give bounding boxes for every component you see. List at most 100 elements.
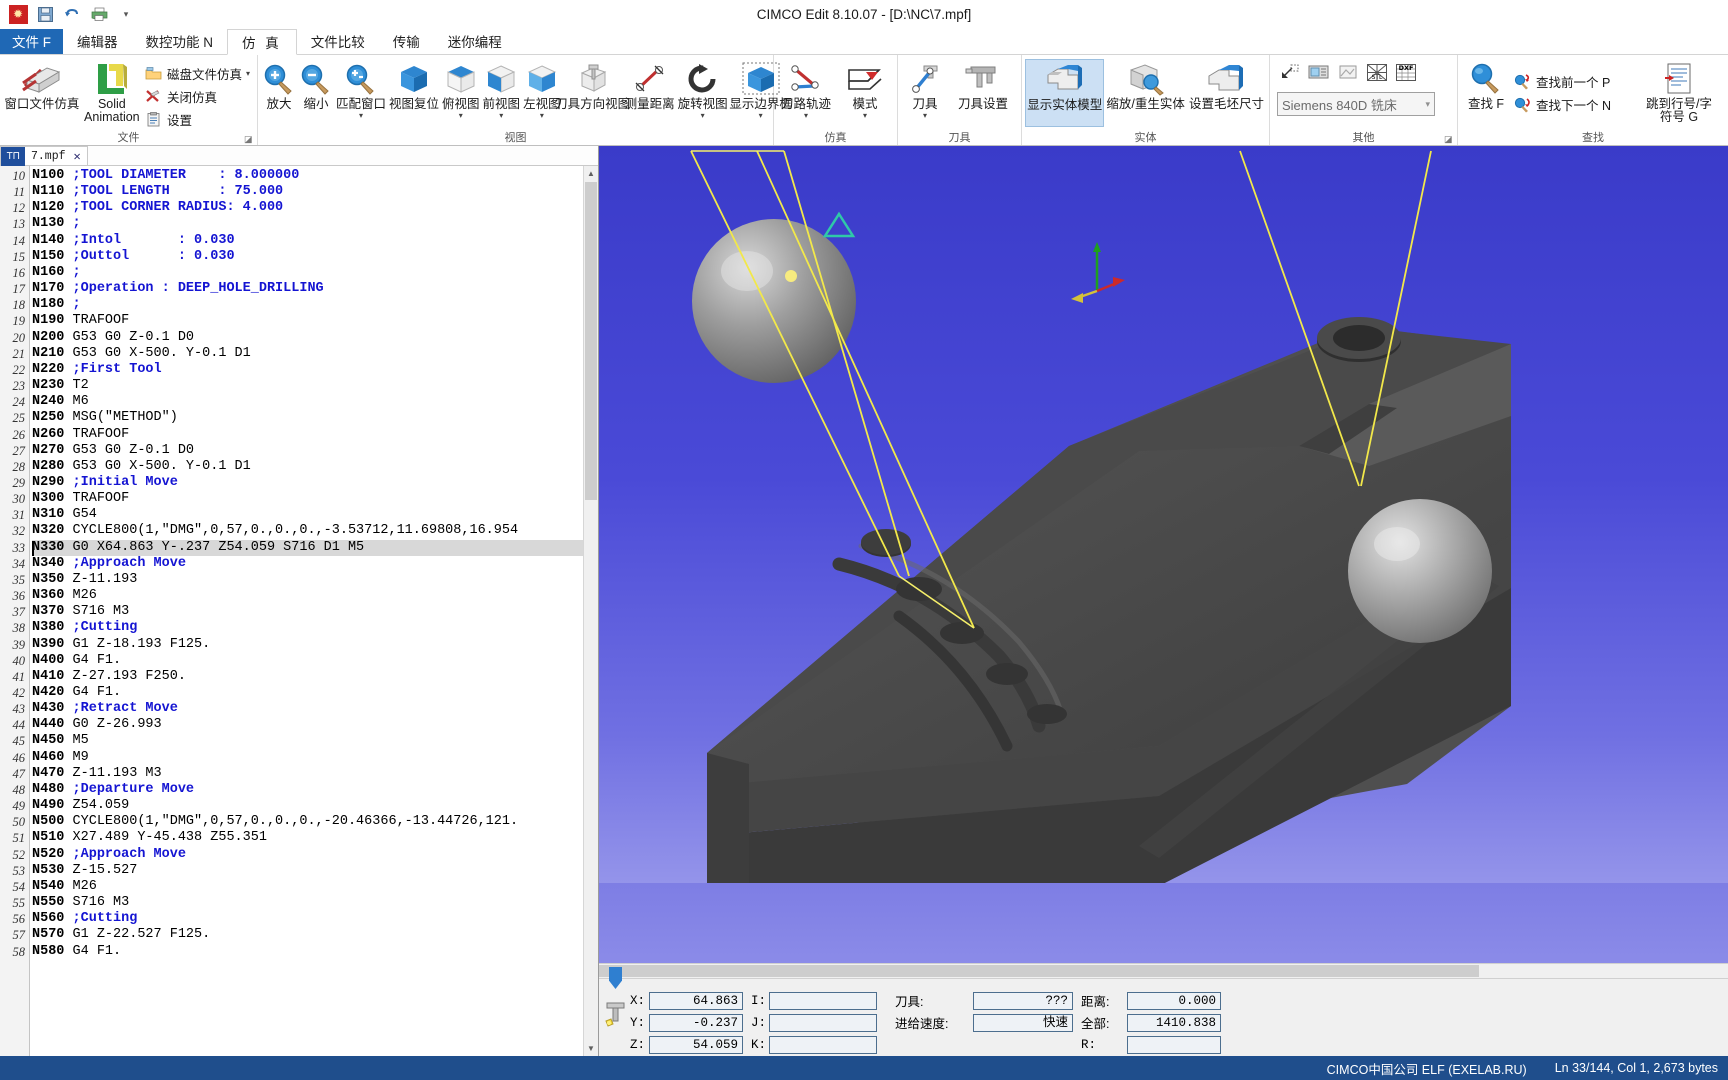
chevron-down-icon[interactable]: ▾: [701, 112, 705, 120]
code-line[interactable]: N160 ;: [32, 265, 583, 281]
z-value[interactable]: 54.059: [649, 1035, 743, 1054]
code-line[interactable]: N300 TRAFOOF: [32, 491, 583, 507]
zoom-in-button[interactable]: 放大: [261, 59, 297, 127]
tool-settings-button[interactable]: 刀具设置: [950, 59, 1016, 127]
code-line[interactable]: N210 G53 G0 X-500. Y-0.1 D1: [32, 346, 583, 362]
ribbon-tab-file-compare[interactable]: 文件比较: [297, 28, 379, 54]
chevron-down-icon[interactable]: ▾: [459, 112, 463, 120]
code-line[interactable]: N120 ;TOOL CORNER RADIUS: 4.000: [32, 200, 583, 216]
mode-button[interactable]: 模式 ▾: [836, 59, 894, 127]
machine-icon[interactable]: [1306, 60, 1332, 84]
code-line[interactable]: N170 ;Operation : DEEP_HOLE_DRILLING: [32, 281, 583, 297]
code-line[interactable]: N540 M26: [32, 879, 583, 895]
undo-icon[interactable]: [62, 4, 82, 24]
top-view-button[interactable]: 俯视图 ▾: [441, 59, 481, 127]
code-line[interactable]: N430 ;Retract Move: [32, 701, 583, 717]
i-value[interactable]: [769, 991, 877, 1010]
zoom-out-button[interactable]: 缩小: [298, 59, 334, 127]
ribbon-tab-nc-functions[interactable]: 数控功能 N: [132, 28, 228, 54]
code-line[interactable]: N190 TRAFOOF: [32, 313, 583, 329]
tool-value[interactable]: ???: [973, 991, 1073, 1010]
code-line[interactable]: N460 M9: [32, 750, 583, 766]
code-line[interactable]: N320 CYCLE800(1,"DMG",0,57,0.,0.,0.,-3.5…: [32, 523, 583, 539]
scroll-down-icon[interactable]: ▼: [584, 1041, 598, 1056]
code-line[interactable]: N290 ;Initial Move: [32, 475, 583, 491]
zoom-regen-solid-button[interactable]: 缩放/重生实体: [1105, 59, 1185, 127]
rotate-view-button[interactable]: 旋转视图 ▾: [677, 59, 729, 127]
window-icon[interactable]: [1335, 60, 1361, 84]
code-line[interactable]: N410 Z-27.193 F250.: [32, 669, 583, 685]
code-line[interactable]: N280 G53 G0 X-500. Y-0.1 D1: [32, 459, 583, 475]
code-editor[interactable]: 10 11 12 13 14 15 16 17 18 19 20 21 22 23 24 25 26 27 28 29…: [0, 166, 598, 1056]
settings-button[interactable]: 设置: [143, 109, 254, 130]
viewport-hscroll-thumb[interactable]: [599, 965, 1479, 977]
ribbon-tab-editor[interactable]: 编辑器: [63, 28, 132, 54]
code-line[interactable]: N360 M26: [32, 588, 583, 604]
code-line[interactable]: N420 G4 F1.: [32, 685, 583, 701]
code-line[interactable]: N100 ;TOOL DIAMETER : 8.000000: [32, 168, 583, 184]
close-sim-button[interactable]: 关闭仿真: [143, 86, 254, 107]
y-value[interactable]: -0.237: [649, 1013, 743, 1032]
code-line[interactable]: N390 G1 Z-18.193 F125.: [32, 637, 583, 653]
ribbon-tab-file[interactable]: 文件 F: [0, 28, 63, 54]
code-line[interactable]: N500 CYCLE800(1,"DMG",0,57,0.,0.,0.,-20.…: [32, 814, 583, 830]
tool-button[interactable]: 刀具 ▾: [901, 59, 949, 127]
code-line[interactable]: N200 G53 G0 Z-0.1 D0: [32, 330, 583, 346]
show-solid-model-button[interactable]: 显示实体模型: [1025, 59, 1105, 127]
tool-direction-view-button[interactable]: 刀具方向视图: [555, 59, 630, 127]
code-line[interactable]: N510 X27.489 Y-45.438 Z55.351: [32, 830, 583, 846]
code-line[interactable]: N560 ;Cutting: [32, 911, 583, 927]
code-line[interactable]: N440 G0 Z-26.993: [32, 717, 583, 733]
reset-view-button[interactable]: 视图复位: [388, 59, 440, 127]
code-line[interactable]: N470 Z-11.193 M3: [32, 766, 583, 782]
simulation-viewport[interactable]: [599, 146, 1728, 963]
code-line[interactable]: N110 ;TOOL LENGTH : 75.000: [32, 184, 583, 200]
code-line[interactable]: N150 ;Outtol : 0.030: [32, 249, 583, 265]
feed-value[interactable]: 快速: [973, 1013, 1073, 1032]
solid-animation-button[interactable]: Solid Animation: [82, 59, 142, 127]
chevron-down-icon[interactable]: ▾: [923, 112, 927, 120]
print-icon[interactable]: [89, 4, 109, 24]
find-prev-button[interactable]: 查找前一个 P: [1512, 71, 1615, 92]
code-line[interactable]: N340 ;Approach Move: [32, 556, 583, 572]
code-line[interactable]: N140 ;Intol : 0.030: [32, 233, 583, 249]
left-view-button[interactable]: 左视图 ▾: [522, 59, 562, 127]
other-group-dialog-launcher-icon[interactable]: ◪: [1444, 134, 1454, 144]
cimco-logo-icon[interactable]: ✹: [8, 4, 28, 24]
code-line[interactable]: N400 G4 F1.: [32, 653, 583, 669]
customize-qat-icon[interactable]: ▾: [116, 4, 136, 24]
machine-select[interactable]: Siemens 840D 铣床 ▾: [1277, 92, 1435, 116]
chevron-down-icon[interactable]: ▾: [804, 112, 808, 120]
code-text[interactable]: N100 ;TOOL DIAMETER : 8.000000 N110 ;TOOL…: [30, 166, 583, 1056]
measure-distance-button[interactable]: 测量距离: [624, 59, 676, 127]
find-button[interactable]: 查找 F: [1461, 59, 1511, 127]
distance-value[interactable]: 0.000: [1127, 991, 1221, 1010]
code-line[interactable]: N250 MSG("METHOD"): [32, 410, 583, 426]
code-line[interactable]: N240 M6: [32, 394, 583, 410]
code-line[interactable]: N550 S716 M3: [32, 895, 583, 911]
code-line[interactable]: N260 TRAFOOF: [32, 427, 583, 443]
total-value[interactable]: 1410.838: [1127, 1013, 1221, 1032]
code-line[interactable]: N220 ;First Tool: [32, 362, 583, 378]
code-line[interactable]: N270 G53 G0 Z-0.1 D0: [32, 443, 583, 459]
code-line[interactable]: N380 ;Cutting: [32, 620, 583, 636]
code-line[interactable]: N180 ;: [32, 297, 583, 313]
chevron-down-icon[interactable]: ▾: [759, 112, 763, 120]
collapse-icon[interactable]: [1277, 60, 1303, 84]
code-line[interactable]: N520 ;Approach Move: [32, 847, 583, 863]
scroll-up-icon[interactable]: ▲: [584, 166, 598, 181]
window-file-sim-button[interactable]: 窗口文件仿真: [3, 59, 81, 127]
fit-window-button[interactable]: 匹配窗口 ▾: [335, 59, 387, 127]
toolpath-button[interactable]: 刀路轨迹 ▾: [777, 59, 835, 127]
chevron-down-icon[interactable]: ▾: [863, 112, 867, 120]
code-line[interactable]: N580 G4 F1.: [32, 944, 583, 960]
editor-vertical-scrollbar[interactable]: ▲ ▼: [583, 166, 598, 1056]
viewport-horizontal-scrollbar[interactable]: [599, 963, 1728, 978]
document-tab-7mpf[interactable]: ⊤⊓ 7.mpf ✕: [0, 146, 88, 166]
chevron-down-icon[interactable]: ▾: [540, 112, 544, 120]
save-icon[interactable]: [35, 4, 55, 24]
code-line[interactable]: N330 G0 X64.863 Y-.237 Z54.059 S716 D1 M…: [32, 539, 583, 556]
ribbon-tab-transfer[interactable]: 传输: [379, 28, 434, 54]
chevron-down-icon[interactable]: ▾: [359, 112, 363, 120]
code-line[interactable]: N480 ;Departure Move: [32, 782, 583, 798]
